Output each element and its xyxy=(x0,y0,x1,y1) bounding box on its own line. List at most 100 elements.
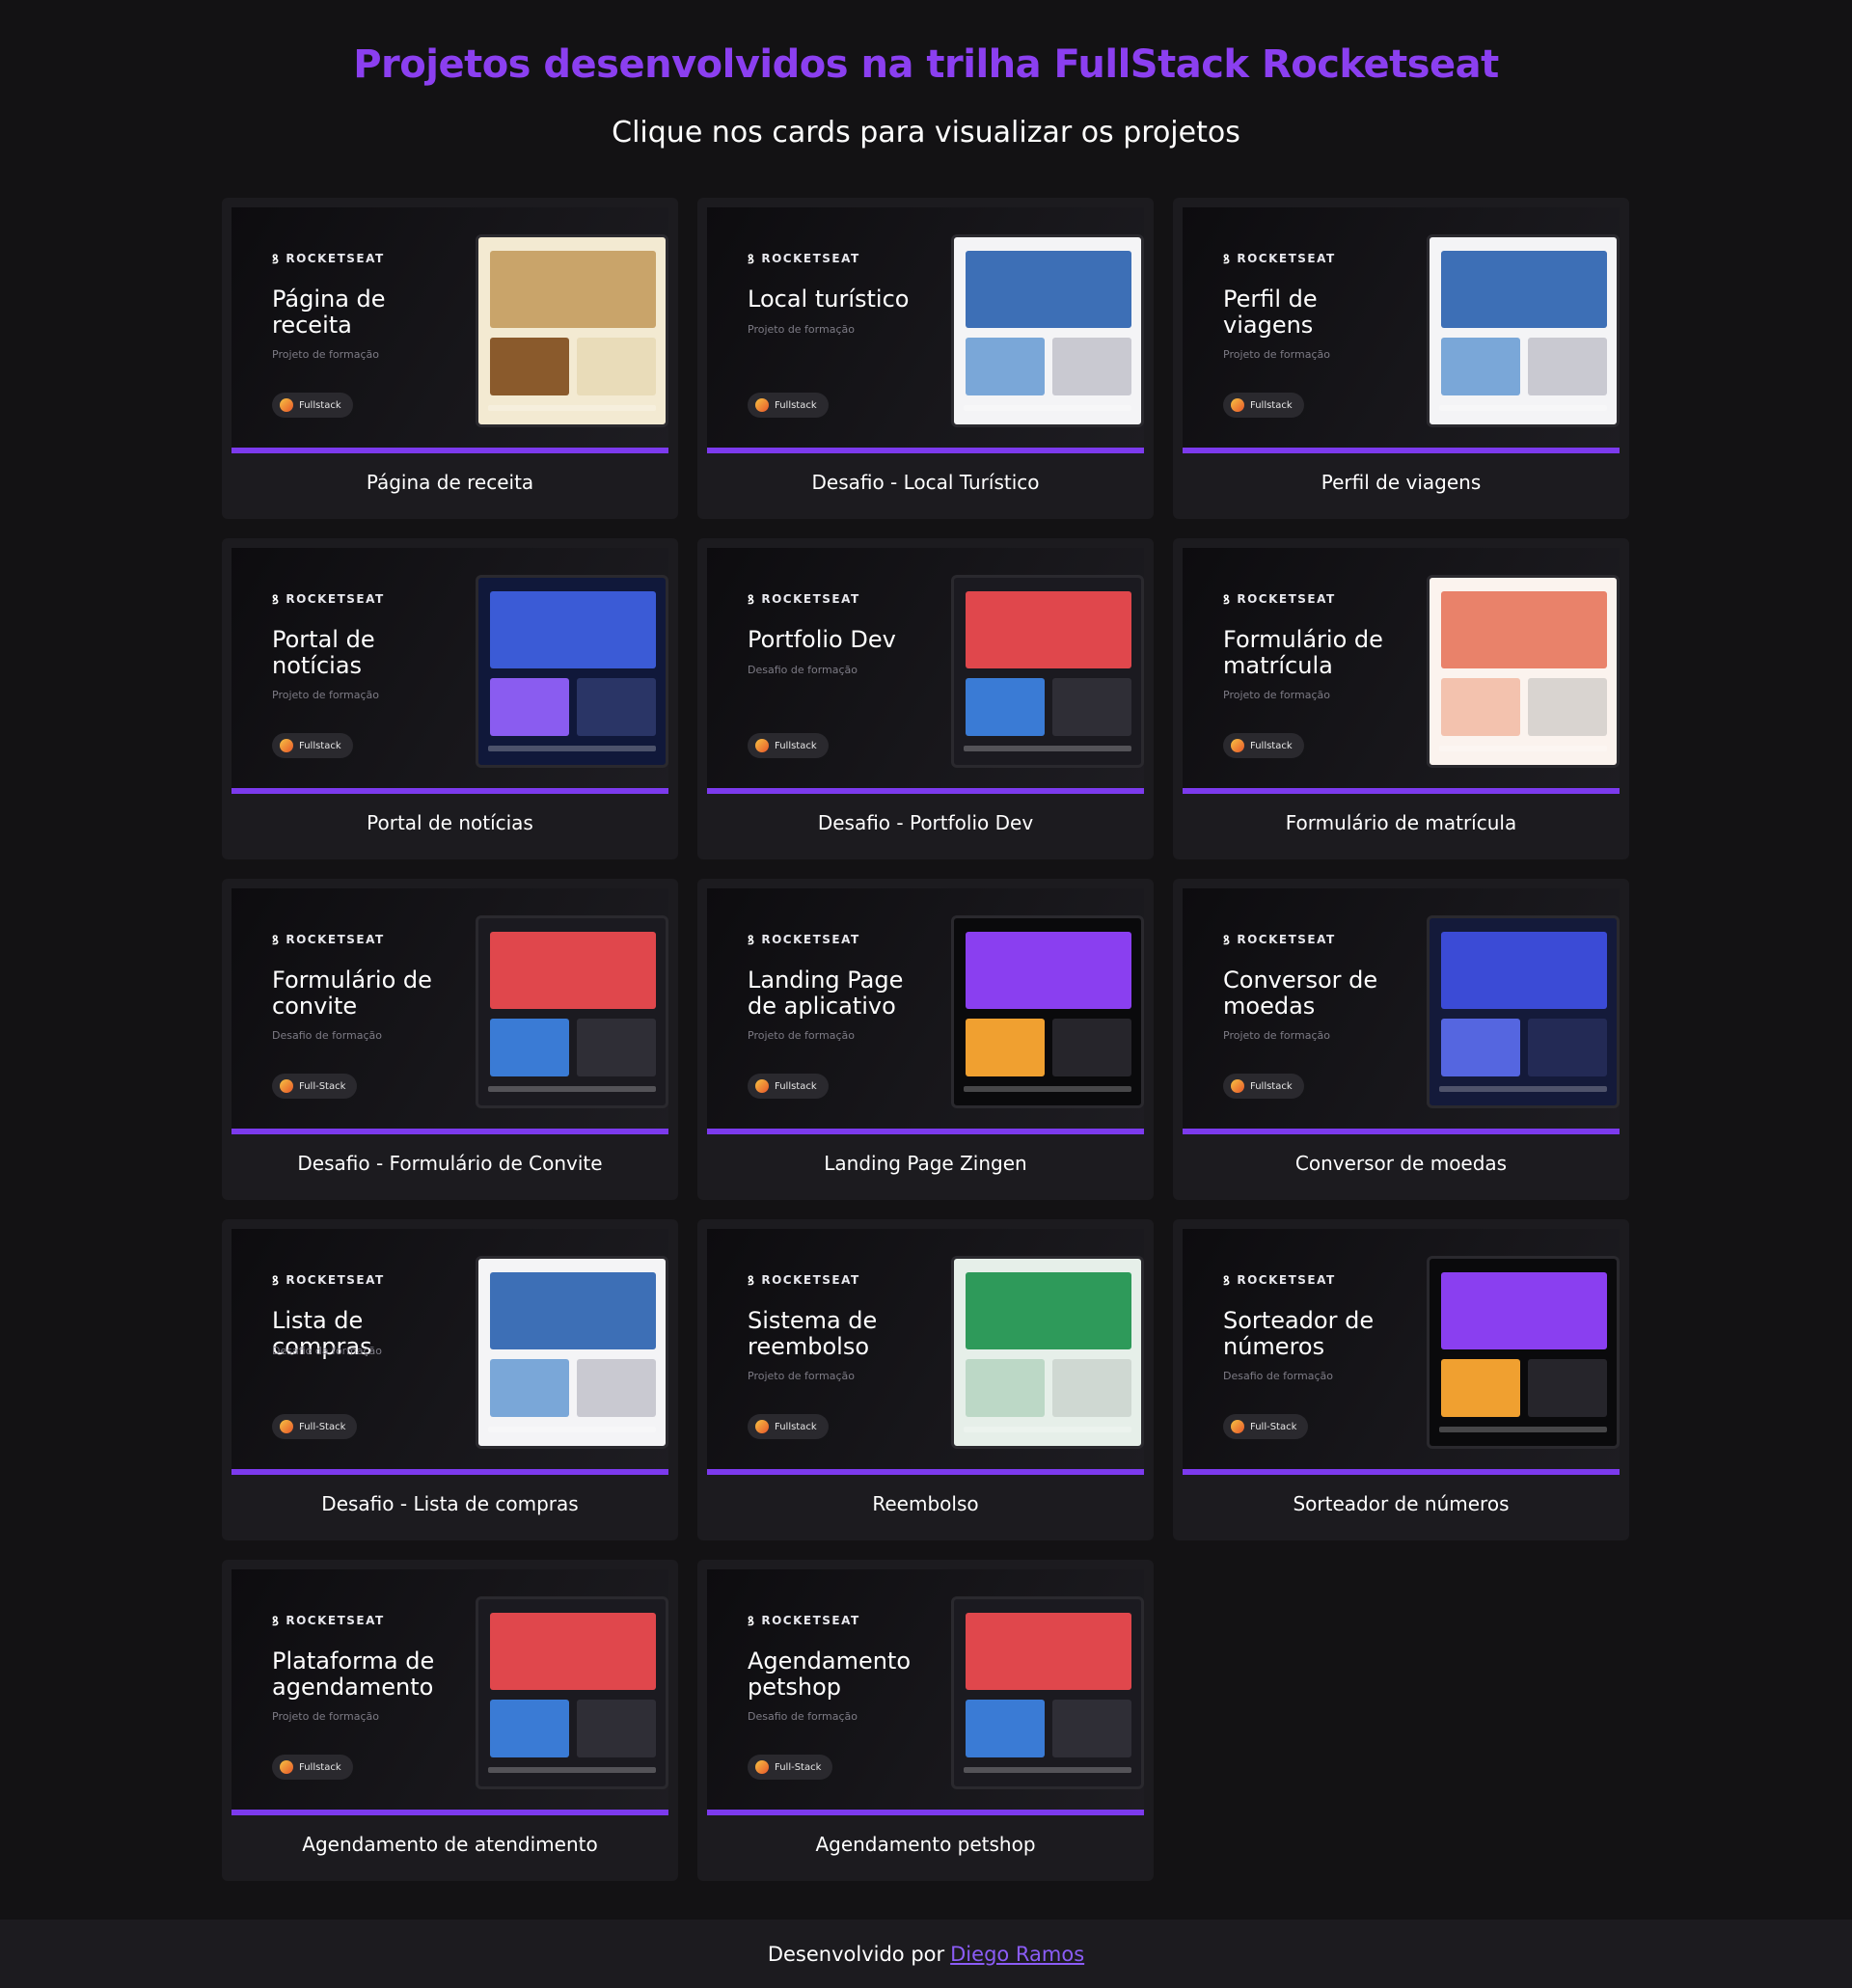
mockup-content-block xyxy=(490,1359,569,1417)
rocketseat-logo-icon: ꝸ xyxy=(748,1274,756,1289)
mockup-text-line xyxy=(964,405,1131,411)
project-screenshot-mockup xyxy=(476,1596,668,1789)
thumbnail-title: Sorteador de números xyxy=(1223,1307,1375,1360)
mockup-content-block xyxy=(1052,1019,1131,1076)
project-card[interactable]: ꝸ ROCKETSEAT Sorteador de números Desafio d… xyxy=(1173,1219,1629,1540)
rocketseat-logo: ꝸ ROCKETSEAT xyxy=(272,1612,385,1629)
project-card[interactable]: ꝸ ROCKETSEAT Plataforma de agendamento Proj… xyxy=(222,1560,678,1881)
avatar-icon xyxy=(280,1079,293,1093)
rocketseat-logo-icon: ꝸ xyxy=(748,593,756,608)
project-thumbnail: ꝸ ROCKETSEAT Perfil de viagens Projeto de f… xyxy=(1183,207,1620,453)
mockup-text-line xyxy=(488,405,656,411)
project-card[interactable]: ꝸ ROCKETSEAT Portal de notícias Projeto de … xyxy=(222,538,678,859)
thumbnail-subtitle: Projeto de formação xyxy=(748,1370,855,1382)
track-badge: Fullstack xyxy=(272,393,353,418)
project-card[interactable]: ꝸ ROCKETSEAT Sistema de reembolso Projeto d… xyxy=(697,1219,1154,1540)
mockup-hero-image xyxy=(1441,591,1607,668)
project-thumbnail: ꝸ ROCKETSEAT Agendamento petshop Desafio de… xyxy=(707,1569,1144,1815)
mockup-content-block xyxy=(577,1359,656,1417)
thumbnail-subtitle: Projeto de formação xyxy=(272,689,379,701)
project-card[interactable]: ꝸ ROCKETSEAT Formulário de convite Desafio … xyxy=(222,879,678,1200)
track-badge: Full-Stack xyxy=(272,1074,358,1099)
author-link[interactable]: Diego Ramos xyxy=(950,1943,1084,1966)
mockup-text-line xyxy=(488,1086,656,1092)
mockup-text-line xyxy=(1439,1086,1607,1092)
rocketseat-logo: ꝸ ROCKETSEAT xyxy=(748,1612,860,1629)
project-card[interactable]: ꝸ ROCKETSEAT Local turístico Projeto de for… xyxy=(697,198,1154,519)
mockup-content-block xyxy=(1441,338,1520,395)
avatar-icon xyxy=(280,398,293,412)
project-screenshot-mockup xyxy=(951,575,1144,768)
rocketseat-logo: ꝸ ROCKETSEAT xyxy=(1223,590,1336,608)
card-label: Agendamento petshop xyxy=(815,1833,1036,1856)
rocketseat-logo-icon: ꝸ xyxy=(272,593,281,608)
avatar-icon xyxy=(280,739,293,752)
track-badge-label: Fullstack xyxy=(1250,740,1293,751)
card-label: Agendamento de atendimento xyxy=(302,1833,598,1856)
thumbnail-title: Perfil de viagens xyxy=(1223,286,1318,339)
rocketseat-logo-text: ROCKETSEAT xyxy=(761,592,860,606)
thumbnail-subtitle: Desafio de formação xyxy=(272,1029,383,1042)
mockup-hero-image xyxy=(966,591,1131,668)
page-subtitle: Clique nos cards para visualizar os proj… xyxy=(612,116,1240,150)
thumbnail-subtitle: Projeto de formação xyxy=(748,323,855,336)
mockup-content-block xyxy=(490,678,569,736)
card-label: Reembolso xyxy=(872,1492,979,1515)
thumbnail-title: Formulário de convite xyxy=(272,967,432,1020)
thumbnail-title: Conversor de moedas xyxy=(1223,967,1378,1020)
rocketseat-logo-text: ROCKETSEAT xyxy=(761,933,860,946)
thumbnail-subtitle: Projeto de formação xyxy=(1223,1029,1330,1042)
mockup-hero-image xyxy=(1441,251,1607,328)
project-card[interactable]: ꝸ ROCKETSEAT Landing Page de aplicativo Pro… xyxy=(697,879,1154,1200)
mockup-hero-image xyxy=(966,1613,1131,1690)
mockup-text-line xyxy=(964,1086,1131,1092)
track-badge-label: Fullstack xyxy=(299,399,341,411)
thumbnail-title: Portal de notícias xyxy=(272,626,375,679)
thumbnail-title: Agendamento petshop xyxy=(748,1648,912,1701)
thumbnail-subtitle: Projeto de formação xyxy=(272,348,379,361)
project-card[interactable]: ꝸ ROCKETSEAT Conversor de moedas Projeto de… xyxy=(1173,879,1629,1200)
rocketseat-logo-icon: ꝸ xyxy=(272,934,281,948)
project-card[interactable]: ꝸ ROCKETSEAT Portfolio Dev Desafio de forma… xyxy=(697,538,1154,859)
mockup-text-line xyxy=(488,746,656,751)
rocketseat-logo-text: ROCKETSEAT xyxy=(761,1273,860,1287)
project-thumbnail: ꝸ ROCKETSEAT Formulário de convite Desafio … xyxy=(232,888,668,1134)
mockup-hero-image xyxy=(966,251,1131,328)
mockup-content-block xyxy=(577,678,656,736)
track-badge: Full-Stack xyxy=(748,1755,833,1780)
mockup-content-block xyxy=(1441,1019,1520,1076)
rocketseat-logo-icon: ꝸ xyxy=(1223,253,1232,267)
mockup-text-line xyxy=(1439,405,1607,411)
page-title: Projetos desenvolvidos na trilha FullSta… xyxy=(353,42,1499,87)
project-card[interactable]: ꝸ ROCKETSEAT Agendamento petshop Desafio de… xyxy=(697,1560,1154,1881)
thumbnail-subtitle: Desafio de formação xyxy=(748,664,858,676)
avatar-icon xyxy=(755,1079,769,1093)
thumbnail-subtitle: Projeto de formação xyxy=(1223,348,1330,361)
rocketseat-logo-text: ROCKETSEAT xyxy=(761,1614,860,1627)
card-label: Formulário de matrícula xyxy=(1285,811,1517,834)
project-card[interactable]: ꝸ ROCKETSEAT Formulário de matrícula Projet… xyxy=(1173,538,1629,859)
project-card[interactable]: ꝸ ROCKETSEAT Página de receita Projeto de f… xyxy=(222,198,678,519)
rocketseat-logo-icon: ꝸ xyxy=(748,1615,756,1629)
track-badge: Fullstack xyxy=(272,1755,353,1780)
rocketseat-logo: ꝸ ROCKETSEAT xyxy=(1223,250,1336,267)
project-card[interactable]: ꝸ ROCKETSEAT Lista de compras Desafio da fo… xyxy=(222,1219,678,1540)
project-card[interactable]: ꝸ ROCKETSEAT Perfil de viagens Projeto de f… xyxy=(1173,198,1629,519)
mockup-content-block xyxy=(1528,678,1607,736)
avatar-icon xyxy=(755,1760,769,1774)
mockup-hero-image xyxy=(490,1613,656,1690)
thumbnail-title: Portfolio Dev xyxy=(748,626,896,653)
project-thumbnail: ꝸ ROCKETSEAT Landing Page de aplicativo Pro… xyxy=(707,888,1144,1134)
rocketseat-logo-text: ROCKETSEAT xyxy=(1237,933,1336,946)
rocketseat-logo-icon: ꝸ xyxy=(1223,934,1232,948)
track-badge-label: Fullstack xyxy=(775,740,817,751)
card-label: Desafio - Formulário de Convite xyxy=(297,1152,603,1175)
track-badge: Fullstack xyxy=(748,733,829,758)
rocketseat-logo: ꝸ ROCKETSEAT xyxy=(272,590,385,608)
project-thumbnail: ꝸ ROCKETSEAT Formulário de matrícula Projet… xyxy=(1183,548,1620,794)
project-screenshot-mockup xyxy=(476,915,668,1108)
track-badge-label: Fullstack xyxy=(1250,399,1293,411)
thumbnail-title: Landing Page de aplicativo xyxy=(748,967,904,1020)
mockup-content-block xyxy=(966,1700,1045,1757)
project-screenshot-mockup xyxy=(476,575,668,768)
